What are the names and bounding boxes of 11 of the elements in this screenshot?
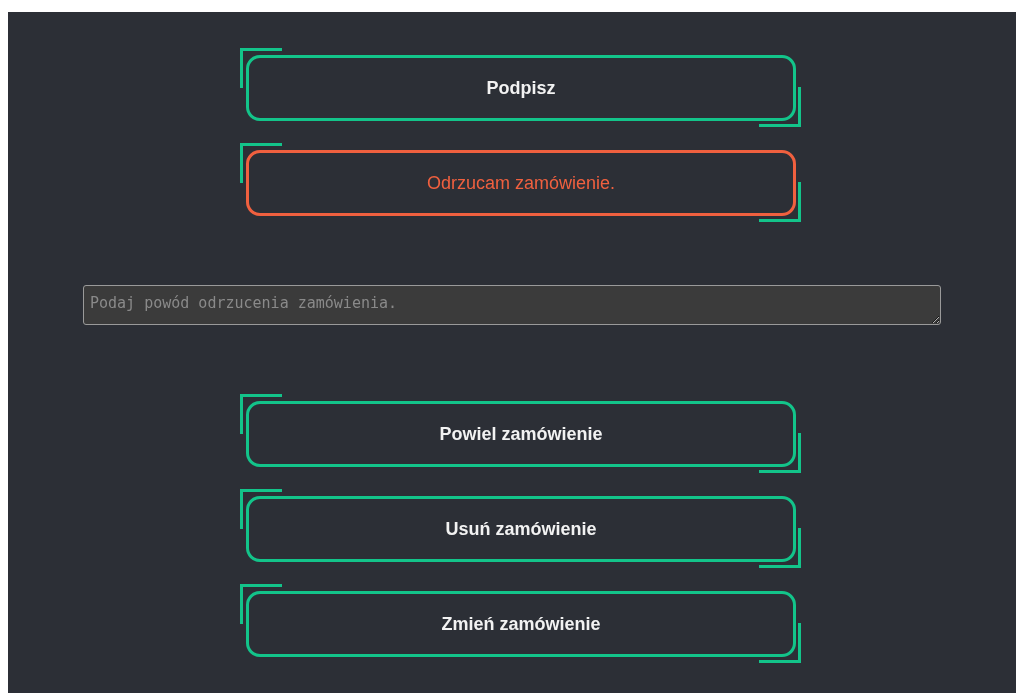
corner-bracket	[759, 182, 801, 222]
corner-bracket	[759, 87, 801, 127]
action-button[interactable]: Powiel zamówienie	[246, 401, 796, 467]
corner-bracket	[759, 528, 801, 568]
action-button[interactable]: Podpisz	[246, 55, 796, 121]
action-button[interactable]: Usuń zamówienie	[246, 496, 796, 562]
corner-bracket	[759, 623, 801, 663]
action-button[interactable]: Odrzucam zamówienie.	[246, 150, 796, 216]
corner-bracket	[759, 433, 801, 473]
action-button[interactable]: Zmień zamówienie	[246, 591, 796, 657]
reason-input-field[interactable]: Podaj powód odrzucenia zamówienia.	[83, 285, 941, 325]
